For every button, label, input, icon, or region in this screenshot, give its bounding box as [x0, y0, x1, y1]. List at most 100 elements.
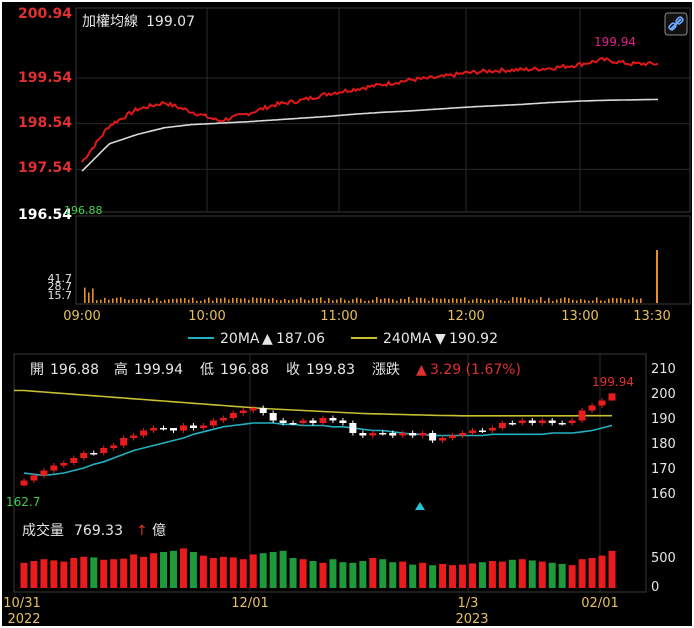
intraday-volume-bar-55: [304, 299, 306, 303]
intraday-volume-bar-19: [160, 300, 162, 303]
candle-body-20: [219, 418, 227, 421]
intraday-xtick-5: 13:30: [633, 309, 670, 324]
intraday-volume-bar-88: [436, 298, 438, 303]
intraday-xtick-1: 10:00: [188, 309, 225, 324]
intraday-volume-bar-118: [556, 299, 558, 303]
intraday-volume-bar-35: [224, 297, 226, 303]
intraday-volume-bar-58: [316, 298, 318, 303]
candle-body-53: [548, 420, 556, 423]
daily-volume-bar-20: [219, 556, 227, 588]
candle-body-16: [179, 425, 187, 431]
candle-body-39: [409, 433, 417, 436]
intraday-volume-bar-41: [248, 299, 250, 303]
daily-volume-unit: 億: [152, 523, 166, 539]
ma20-legend-arrow: ▲: [262, 331, 273, 347]
intraday-volume-bar-107: [512, 297, 514, 303]
intraday-volume-bar-57: [312, 298, 314, 303]
intraday-volume-bar-82: [412, 300, 414, 303]
intraday-xtick-0: 09:00: [63, 309, 100, 324]
intraday-volume-bar-72: [372, 299, 374, 303]
candle-body-48: [498, 423, 506, 428]
intraday-ytick-1: 199.54: [18, 70, 72, 86]
intraday-xtick-3: 12:00: [447, 309, 484, 324]
intraday-volume-bar-93: [456, 298, 458, 303]
intraday-volume-bar-13: [136, 299, 138, 303]
candle-body-19: [209, 420, 217, 426]
intraday-volume-bar-111: [528, 299, 530, 303]
daily-volume-bar-51: [528, 560, 536, 588]
candle-body-30: [319, 418, 327, 423]
candle-body-37: [389, 433, 397, 436]
candle-body-52: [538, 420, 546, 423]
daily-volume-bar-38: [399, 561, 407, 588]
candle-body-38: [399, 433, 407, 436]
candle-body-18: [199, 425, 207, 428]
intraday-volume-bar-46: [268, 299, 270, 303]
daily-xtick-3: 02/01: [581, 596, 618, 611]
intraday-volume-bar-136: [628, 299, 630, 303]
candle-body-34: [359, 433, 367, 436]
candle-body-46: [478, 430, 486, 432]
candle-body-17: [189, 425, 197, 428]
candle-body-49: [508, 423, 516, 425]
daily-volume-bar-56: [578, 559, 586, 588]
daily-volume-bar-36: [379, 559, 387, 588]
daily-volume-bar-33: [349, 562, 357, 588]
daily-volume-bar-21: [229, 557, 237, 588]
intraday-volume-bar-102: [492, 299, 494, 303]
candle-body-10: [120, 438, 128, 446]
intraday-volume-bar-121: [568, 298, 570, 303]
intraday-volume-bar-84: [420, 297, 422, 303]
daily-volume-value: 769.33: [74, 523, 123, 539]
candle-body-33: [349, 423, 357, 433]
daily-volume-bar-0: [20, 562, 28, 588]
intraday-volume-bar-101: [488, 299, 490, 303]
daily-xtick-1: 12/01: [231, 596, 268, 611]
candle-body-51: [528, 420, 536, 423]
daily-open-value: 196.88: [50, 362, 99, 378]
intraday-volume-bar-100: [484, 299, 486, 303]
intraday-volume-bar-27: [192, 297, 194, 303]
intraday-volume-bar-3: [96, 300, 98, 303]
daily-ytick-3: 180: [651, 437, 676, 452]
ma240-legend-value: 190.92: [449, 331, 498, 347]
intraday-volume-bar-110: [524, 297, 526, 303]
intraday-volume-bar-52: [292, 299, 294, 303]
ma240-legend-label: 240MA: [383, 331, 432, 347]
daily-year-1: 2023: [455, 612, 488, 626]
intraday-volume-bar-95: [464, 297, 466, 303]
candle-body-7: [90, 453, 98, 455]
daily-volume-bar-34: [359, 561, 367, 588]
daily-low-label: 低: [200, 362, 214, 378]
intraday-volume-bar-7: [112, 298, 114, 303]
link-icon[interactable]: [664, 12, 688, 36]
intraday-volume-bar-62: [332, 300, 334, 303]
daily-volume-bar-31: [329, 559, 337, 588]
daily-volume-bar-49: [508, 559, 516, 588]
intraday-volume-bar-112: [532, 299, 534, 303]
daily-volume-bar-5: [70, 558, 78, 588]
intraday-volume-bar-89: [440, 298, 442, 303]
intraday-volume-bar-106: [508, 300, 510, 303]
intraday-volume-bar-18: [156, 297, 158, 303]
daily-volume-bar-3: [50, 560, 58, 588]
intraday-volume-bar-125: [584, 299, 586, 303]
daily-ytick-2: 190: [651, 412, 676, 427]
intraday-volume-bar-91: [448, 299, 450, 303]
intraday-volume-bar-15: [144, 299, 146, 303]
intraday-volume-bar-79: [400, 298, 402, 303]
candle-body-54: [558, 423, 566, 425]
intraday-volume-bar-43: [256, 297, 258, 303]
ma240-legend-arrow: ▼: [435, 331, 446, 347]
intraday-volume-bar-36: [228, 299, 230, 303]
intraday-volume-bar-12: [132, 299, 134, 303]
intraday-volume-bar-61: [328, 298, 330, 303]
intraday-volume-bar-29: [200, 300, 202, 303]
candle-body-14: [160, 428, 168, 430]
intraday-volume-bar-4: [100, 299, 102, 303]
intraday-volume-bar-105: [504, 300, 506, 303]
intraday-volume-bar-127: [592, 300, 594, 303]
candle-body-47: [488, 428, 496, 431]
intraday-volume-bar-87: [432, 297, 434, 303]
daily-volume-bar-44: [459, 564, 467, 588]
